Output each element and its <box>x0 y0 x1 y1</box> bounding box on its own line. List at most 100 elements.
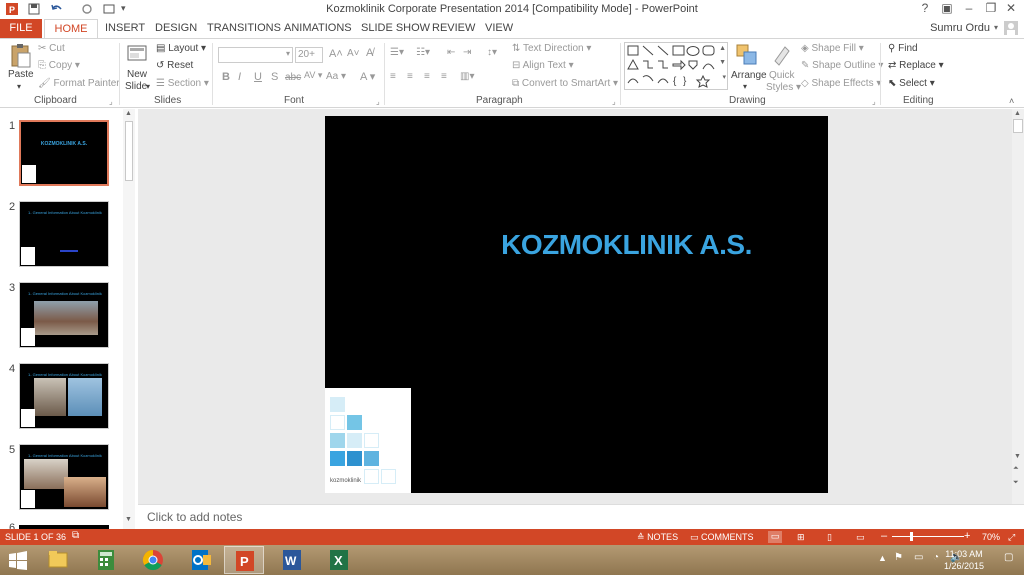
excel-icon[interactable]: X <box>319 546 359 574</box>
account-dropdown-icon[interactable]: ▾ <box>994 23 998 32</box>
paragraph-launcher-icon[interactable]: ⌟ <box>612 97 616 106</box>
clipboard-launcher-icon[interactable]: ⌟ <box>109 97 113 106</box>
quick-styles-label-2[interactable]: Styles ▾ <box>766 82 801 93</box>
slide-sorter-icon[interactable]: ⊞ <box>797 532 805 543</box>
slide-title[interactable]: KOZMOKLINIK A.S. <box>325 229 828 261</box>
new-slide-dropdown-icon[interactable]: ▾ <box>146 82 150 91</box>
notes-placeholder[interactable]: Click to add notes <box>147 510 242 524</box>
canvas-scrollbar[interactable]: ▲ ▼ ⏶ ⏷ <box>1012 109 1024 504</box>
font-color-button[interactable]: A ▾ <box>360 70 375 83</box>
thumbnail-scrollbar[interactable]: ▲ ▼ <box>123 109 135 529</box>
tab-insert[interactable]: INSERT <box>105 22 145 34</box>
restore-icon[interactable]: ❐ <box>980 1 1002 17</box>
notes-button[interactable]: ≙ NOTES <box>637 532 678 543</box>
line-spacing-button[interactable]: ↕▾ <box>487 47 497 58</box>
slide-thumbnail-1[interactable]: KOZMOKLINIK A.S. <box>19 120 109 186</box>
decrease-indent-icon[interactable]: ⇤ <box>447 47 455 58</box>
justify-icon[interactable]: ≡ <box>441 71 447 82</box>
grow-font-icon[interactable]: A˄ <box>329 48 343 60</box>
minimize-icon[interactable]: – <box>958 1 980 17</box>
scroll-up-icon[interactable]: ▲ <box>125 110 132 117</box>
zoom-level[interactable]: 70% <box>982 532 1000 542</box>
gallery-down-icon[interactable]: ▼ <box>719 59 726 66</box>
outlook-icon[interactable] <box>180 546 220 574</box>
file-explorer-icon[interactable] <box>38 546 78 574</box>
gallery-more-icon[interactable]: ▾ <box>722 73 726 81</box>
zoom-slider-thumb[interactable] <box>910 532 913 541</box>
text-direction-button[interactable]: ⇅ Text Direction ▾ <box>512 43 591 54</box>
tab-design[interactable]: DESIGN <box>155 22 197 34</box>
tab-animations[interactable]: ANIMATIONS <box>284 22 352 34</box>
layout-button[interactable]: ▤ Layout ▾ <box>156 43 206 54</box>
slideshow-icon[interactable]: ▭ <box>856 532 865 543</box>
avatar[interactable] <box>1004 21 1018 35</box>
select-button[interactable]: ⬉ Select ▾ <box>888 78 935 89</box>
clear-formatting-icon[interactable]: A̸ <box>366 47 373 59</box>
arrange-icon[interactable] <box>735 43 759 67</box>
shrink-font-icon[interactable]: A˅ <box>347 48 360 59</box>
powerpoint-taskbar-icon[interactable]: P <box>224 546 264 574</box>
slide-thumbnail-5[interactable]: 1- General Information About Kozmoklinik <box>19 444 109 510</box>
replace-button[interactable]: ⇄ Replace ▾ <box>888 60 944 71</box>
drawing-launcher-icon[interactable]: ⌟ <box>872 97 876 106</box>
slide-thumbnail-2[interactable]: 1- General Information About Kozmoklinik <box>19 201 109 267</box>
increase-indent-icon[interactable]: ⇥ <box>463 47 471 58</box>
slide-thumbnail-3[interactable]: 1- General Information About Kozmoklinik <box>19 282 109 348</box>
underline-button[interactable]: U <box>254 71 262 83</box>
align-right-icon[interactable]: ≡ <box>424 71 430 82</box>
tab-home[interactable]: HOME <box>44 19 98 39</box>
battery-icon[interactable]: ▭ <box>914 552 923 563</box>
strikethrough-button[interactable]: abc <box>285 72 301 83</box>
network-flag-icon[interactable]: ⚑ <box>894 552 903 563</box>
new-slide-button[interactable]: New <box>127 69 147 80</box>
normal-view-icon[interactable]: ▭ <box>768 531 782 543</box>
character-spacing-icon[interactable]: AV ▾ <box>304 70 322 81</box>
paste-button[interactable]: Paste <box>8 69 34 80</box>
arrange-dropdown-icon[interactable]: ▾ <box>743 82 747 91</box>
tab-view[interactable]: VIEW <box>485 22 513 34</box>
word-icon[interactable]: W <box>272 546 312 574</box>
tab-slide-show[interactable]: SLIDE SHOW <box>361 22 430 34</box>
tab-transitions[interactable]: TRANSITIONS <box>207 22 281 34</box>
close-icon[interactable]: ✕ <box>1000 1 1022 17</box>
convert-smartart-button[interactable]: ⧉ Convert to SmartArt ▾ <box>512 78 618 89</box>
scroll-down-icon[interactable]: ▼ <box>125 516 132 523</box>
tab-file[interactable]: FILE <box>0 19 42 38</box>
numbering-button[interactable]: ☷▾ <box>416 47 430 58</box>
gallery-up-icon[interactable]: ▲ <box>719 45 726 52</box>
find-button[interactable]: ⚲ Find <box>888 43 918 54</box>
arrange-button[interactable]: Arrange <box>731 70 767 81</box>
new-slide-label-2[interactable]: Slide <box>125 81 147 92</box>
tab-review[interactable]: REVIEW <box>432 22 475 34</box>
calculator-icon[interactable] <box>86 546 126 574</box>
align-left-icon[interactable]: ≡ <box>390 71 396 82</box>
wifi-icon[interactable]: ◔ <box>933 552 939 563</box>
zoom-slider[interactable] <box>892 536 964 537</box>
show-hidden-icons-icon[interactable]: ▲ <box>878 553 887 563</box>
align-text-button[interactable]: ⊟ Align Text ▾ <box>512 60 574 71</box>
spelling-check-icon[interactable]: ⧉ <box>72 530 79 541</box>
font-family-dropdown-icon[interactable]: ▾ <box>286 49 290 58</box>
shape-outline-button[interactable]: ✎ Shape Outline ▾ <box>801 60 883 71</box>
notifications-icon[interactable]: ▢ <box>1004 552 1013 563</box>
paste-icon[interactable] <box>9 43 33 69</box>
quick-styles-icon[interactable] <box>771 43 793 67</box>
previous-slide-icon[interactable]: ⏶ <box>1013 465 1019 473</box>
shape-fill-button[interactable]: ◈ Shape Fill ▾ <box>801 43 864 54</box>
slide-thumbnail-4[interactable]: 1- General Information About Kozmoklinik <box>19 363 109 429</box>
format-painter-button[interactable]: 🖌 Format Painter <box>38 78 120 89</box>
scroll-down-icon[interactable]: ▼ <box>1014 453 1021 460</box>
scrollbar-thumb[interactable] <box>125 121 133 181</box>
shadow-button[interactable]: S <box>271 71 278 83</box>
shapes-icon[interactable]: {} <box>625 43 717 89</box>
scroll-up-icon[interactable]: ▲ <box>1014 110 1021 117</box>
font-family-input[interactable]: ▾ <box>218 47 293 63</box>
align-center-icon[interactable]: ≡ <box>407 71 413 82</box>
collapse-ribbon-icon[interactable]: ˄ <box>1009 96 1014 106</box>
paste-dropdown-icon[interactable]: ▾ <box>17 82 21 91</box>
scrollbar-thumb[interactable] <box>1013 119 1023 133</box>
next-slide-icon[interactable]: ⏷ <box>1013 479 1019 487</box>
bullets-button[interactable]: ☰▾ <box>390 47 404 58</box>
current-slide[interactable]: KOZMOKLINIK A.S. kozmoklinik <box>325 116 828 493</box>
windows-start-icon[interactable] <box>8 551 28 571</box>
